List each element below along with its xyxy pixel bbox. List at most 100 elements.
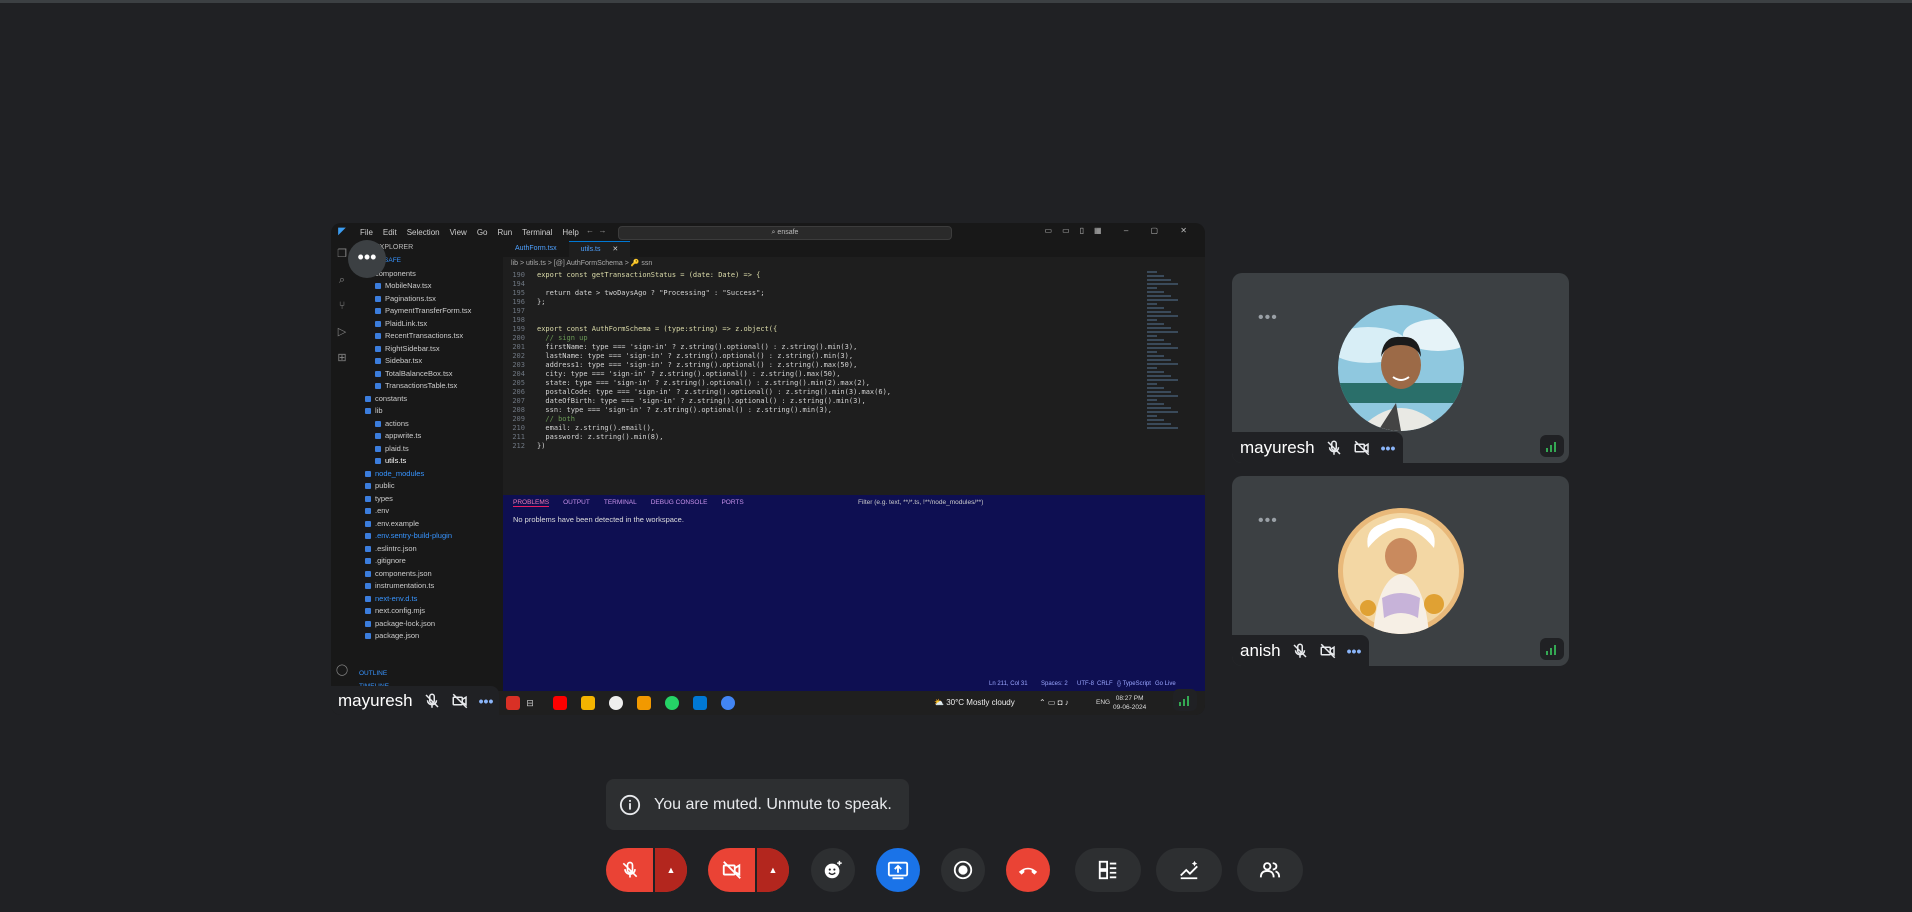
effects-button[interactable] [1156,848,1222,892]
explorer-item: Sidebar.tsx [353,355,503,368]
panel-message: No problems have been detected in the wo… [513,515,684,524]
minimap-line [1147,359,1171,361]
explorer-item: next-env.d.ts [353,593,503,606]
microphone-toggle-button[interactable] [606,848,653,892]
tile-more-icon[interactable]: ••• [1258,309,1278,327]
explorer-item-label: RightSidebar.tsx [385,343,440,353]
file-icon [365,545,371,552]
explorer-item-label: components.json [375,568,432,578]
code-line: email: z.string().email(), [537,424,656,432]
minimap [1147,269,1187,489]
activity-bar: ❐ ⌕ ⑂ ▷ ⊞ ◯ ⚙ [331,241,353,702]
explorer-item-label: MobileNav.tsx [385,281,432,290]
file-icon [375,445,381,452]
explorer-item-label: Sidebar.tsx [385,356,423,365]
chevron-up-icon: ▲ [666,865,676,875]
file-icon [375,345,381,352]
code-line: }; [537,298,546,306]
people-button[interactable] [1237,848,1303,892]
file-icon [375,458,381,465]
mic-off-icon [425,692,439,708]
file-icon [375,320,381,327]
muted-toast: You are muted. Unmute to speak. [606,779,909,830]
explorer-item: .env.sentry-build-plugin [353,530,503,543]
reactions-button[interactable] [811,848,855,892]
explorer-item-label: .eslintrc.json [375,543,417,553]
explorer-item-label: package-lock.json [375,618,436,628]
task-view-icon: ⊟ [526,698,534,708]
minimap-line [1147,319,1157,321]
status-golive: Go Live [1155,681,1176,687]
screen-signal-icon [1173,689,1197,711]
explorer-item: RightSidebar.tsx [353,343,503,356]
camera-options-button[interactable]: ▲ [755,848,789,892]
file-icon [365,533,371,540]
code-line: city: type === 'sign-in' ? z.string().op… [537,370,841,378]
account-icon: ◯ [335,664,349,676]
vscode-statusbar: Ln 211, Col 31 Spaces: 2 UTF-8 CRLF {} T… [503,680,1205,691]
mic-off-icon [1327,439,1341,455]
explorer-item: types [353,493,503,506]
line-number: 208 [512,406,525,414]
mic-options-button[interactable]: ▲ [653,848,687,892]
minimap-line [1147,395,1178,397]
explorer-item-label: .env [375,506,390,515]
camera-toggle-button[interactable] [708,848,755,892]
menu-edit: Edit [382,227,397,237]
code-line: ssn: type === 'sign-in' ? z.string().opt… [537,406,833,414]
avatar [1338,305,1464,431]
minimap-line [1147,295,1171,297]
explorer-item-label: node_modules [375,468,425,478]
mic-off-icon [622,861,637,878]
video-off-icon [1320,643,1335,658]
minimap-line [1147,315,1178,317]
explorer-item: constants [353,393,503,406]
weather-text: 30°C Mostly cloudy [946,698,1015,707]
file-icon [375,370,381,377]
explorer-item: PlaidLink.tsx [353,318,503,331]
participant-tile-mayuresh[interactable]: ••• mayuresh ••• [1232,273,1569,463]
taskbar-date: 09-06-2024 [1113,704,1147,711]
code-line: export const getTransactionStatus = (dat… [537,271,761,279]
file-icon [375,358,381,365]
file-icon [365,395,371,402]
participant-more-icon[interactable]: ••• [1381,440,1396,456]
tile-more-icon[interactable]: ••• [1258,512,1278,530]
participant-more-icon[interactable]: ••• [1347,643,1362,659]
breadcrumb: lib > utils.ts > [@] AuthFormSchema > 🔑 … [511,260,653,267]
presenter-more-icon[interactable]: ••• [479,693,494,709]
minimap-line [1147,391,1171,393]
panel-tab-problems: PROBLEMS [513,499,550,507]
explorer-item: node_modules [353,468,503,481]
search-activity-icon: ⌕ [338,274,346,286]
taskbar-time: 08:27 PM [1115,695,1144,702]
minimap-line [1147,347,1178,349]
extensions-icon: ⊞ [337,352,347,364]
explorer-item-label: PaymentTransferForm.tsx [385,306,472,315]
minimap-line [1147,411,1178,413]
leave-call-button[interactable] [1006,848,1050,892]
code-line: address1: type === 'sign-in' ? z.string(… [537,361,858,369]
participant-tile-anish[interactable]: ••• anish ••• [1232,476,1569,666]
chevron-up-icon: ▲ [768,865,778,875]
explorer-panel: EXPLORER ENSAFE components MobileNav.tsx P… [353,241,503,696]
minimap-line [1147,291,1164,293]
screen-more-options-button[interactable]: ••• [348,240,386,278]
search-text: ensafe [777,229,799,236]
explorer-item: components.json [353,568,503,581]
code-line: export const AuthFormSchema = (type:stri… [537,325,778,333]
shared-screen[interactable]: ◤ File Edit Selection View Go Run Termin… [331,223,1205,715]
explorer-item: TransactionsTable.tsx [353,380,503,393]
explorer-item: MobileNav.tsx [353,280,503,293]
problems-panel: PROBLEMS OUTPUT TERMINAL DEBUG CONSOLE P… [503,495,1205,680]
minimap-line [1147,279,1171,281]
layout-icon [1098,860,1117,880]
people-icon [1259,862,1281,878]
record-button[interactable] [941,848,985,892]
layout-button[interactable] [1075,848,1141,892]
participant-nametag: anish ••• [1232,635,1370,666]
minimap-line [1147,383,1157,385]
file-icon [365,470,371,477]
present-screen-button[interactable] [876,848,920,892]
explorer-item-label: package.json [375,631,420,640]
